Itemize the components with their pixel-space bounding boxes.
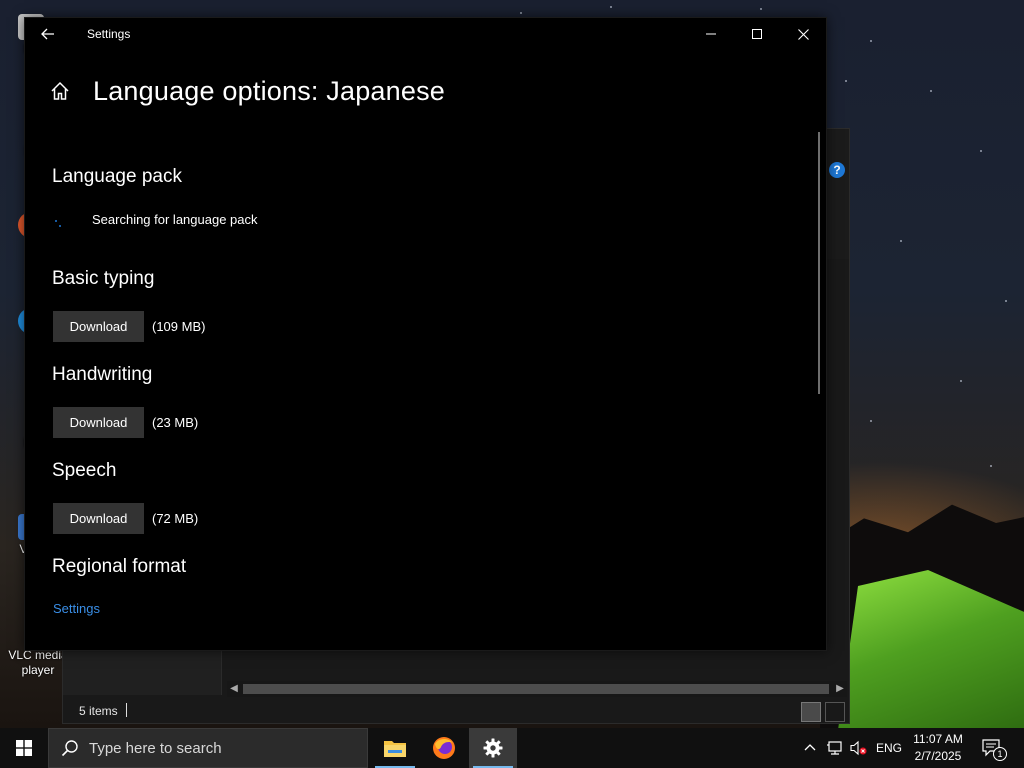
speech-download-button[interactable]: Download	[53, 503, 144, 534]
scroll-right-icon[interactable]: ▶	[833, 681, 847, 697]
home-button[interactable]	[49, 80, 77, 108]
handwriting-size: (23 MB)	[152, 415, 199, 430]
text-caret	[126, 703, 127, 717]
help-icon[interactable]: ?	[829, 162, 845, 178]
handwriting-heading: Handwriting	[52, 364, 153, 385]
close-icon	[797, 29, 809, 40]
back-arrow-icon	[41, 28, 54, 40]
basic-typing-size: (109 MB)	[152, 319, 206, 334]
file-explorer-icon	[384, 741, 406, 757]
search-placeholder: Type here to search	[89, 740, 222, 757]
start-button[interactable]	[0, 728, 48, 768]
taskbar-settings[interactable]	[469, 728, 517, 768]
large-icons-view-button[interactable]	[825, 702, 845, 722]
back-button[interactable]	[25, 18, 71, 50]
title-bar[interactable]: Settings	[25, 18, 826, 50]
language-pack-status: Searching for language pack	[92, 212, 258, 227]
basic-typing-heading: Basic typing	[52, 268, 155, 289]
close-button[interactable]	[780, 18, 826, 50]
clock-date: 2/7/2025	[914, 749, 962, 763]
details-view-button[interactable]	[801, 702, 821, 722]
firefox-icon	[433, 737, 455, 759]
taskbar-file-explorer[interactable]	[371, 728, 419, 768]
handwriting-download-button[interactable]: Download	[53, 407, 144, 438]
maximize-button[interactable]	[734, 18, 780, 50]
taskbar-search-box[interactable]: Type here to search	[48, 728, 368, 768]
page-title: Language options: Japanese	[93, 76, 445, 106]
scrollbar-thumb[interactable]	[243, 684, 829, 694]
explorer-status-bar: 5 items	[63, 699, 849, 723]
network-icon[interactable]	[827, 740, 843, 756]
notification-count-badge: 1	[993, 747, 1007, 761]
loading-spinner-icon	[55, 220, 61, 227]
clock-time: 11:07 AM	[913, 732, 963, 746]
action-center-button[interactable]: 1	[980, 736, 1008, 761]
explorer-navigation-pane	[63, 649, 222, 695]
vertical-scrollbar[interactable]	[818, 132, 820, 394]
minimize-icon	[706, 33, 716, 35]
maximize-icon	[752, 29, 762, 39]
taskbar: Type here to search ENG 11:07 AM 2/7/202…	[0, 728, 1024, 768]
minimize-button[interactable]	[688, 18, 734, 50]
language-pack-heading: Language pack	[52, 166, 182, 187]
horizontal-scrollbar[interactable]: ◀ ▶	[227, 681, 847, 697]
speech-size: (72 MB)	[152, 511, 199, 526]
clock[interactable]: 11:07 AM 2/7/2025	[906, 731, 970, 765]
regional-format-heading: Regional format	[52, 556, 187, 577]
regional-format-settings-link[interactable]: Settings	[53, 601, 100, 616]
item-count: 5 items	[79, 704, 118, 718]
input-language-indicator[interactable]: ENG	[876, 741, 902, 755]
show-hidden-icons-chevron-icon[interactable]	[804, 740, 816, 756]
basic-typing-download-button[interactable]: Download	[53, 311, 144, 342]
speech-heading: Speech	[52, 460, 117, 481]
search-icon	[61, 740, 78, 757]
taskbar-firefox[interactable]	[420, 728, 468, 768]
settings-gear-icon	[483, 738, 503, 758]
home-icon	[51, 81, 69, 100]
explorer-ribbon-edge	[825, 129, 849, 259]
windows-logo-icon	[16, 740, 32, 756]
window-title: Settings	[87, 27, 131, 41]
volume-muted-icon[interactable]	[850, 740, 868, 756]
settings-window: Settings Language options: Japanese Lang…	[24, 17, 827, 651]
scroll-left-icon[interactable]: ◀	[227, 681, 241, 697]
